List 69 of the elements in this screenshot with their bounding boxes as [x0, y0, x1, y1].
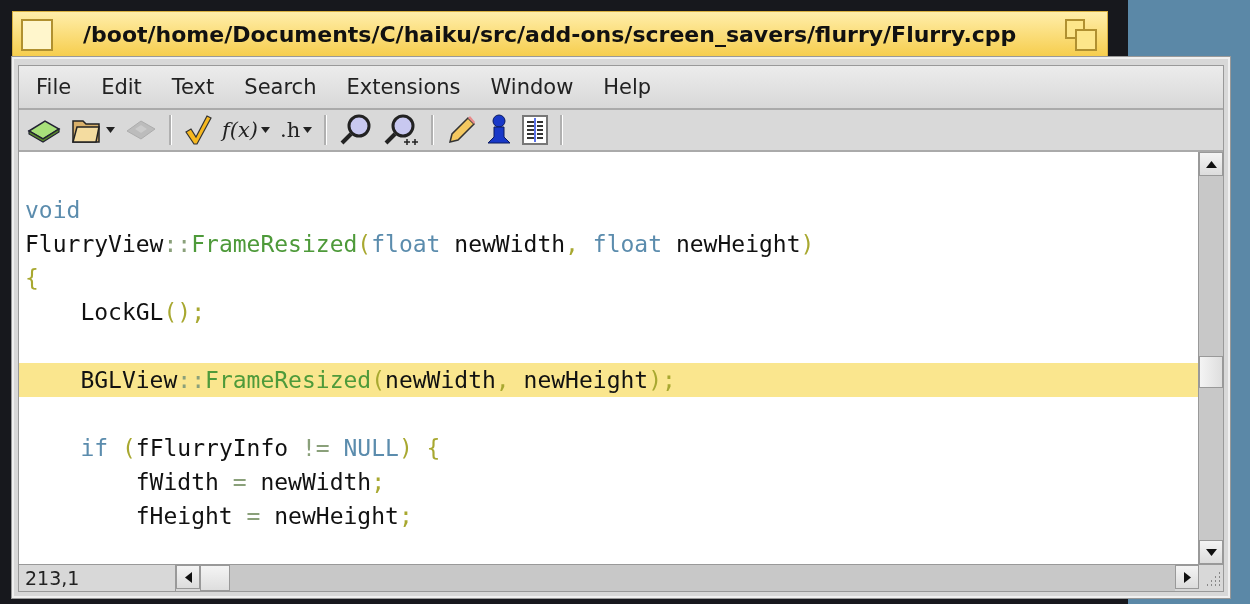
code-token: ;: [398, 503, 413, 529]
code-token: ::: [177, 367, 206, 393]
search-more-icon: [383, 114, 420, 146]
checkmark-icon: [184, 114, 212, 146]
code-token: FrameResized: [205, 367, 372, 393]
code-token: newHeight: [274, 503, 399, 529]
menu-item[interactable]: Search: [231, 75, 334, 99]
toolbar-button[interactable]: [520, 113, 551, 147]
text-editor[interactable]: void FlurryView::FrameResized(float newWidth, float newHeight) { LockGL(); BGLView::FrameResized(newWidth, newHeight); if (fFlurryInfo != NULL) { fWidth = newWidth; fHeight = newHeight;: [19, 152, 1198, 564]
code-token: =: [231, 469, 248, 495]
caret-icon: [106, 127, 115, 133]
code-token: (: [371, 367, 386, 393]
close-button[interactable]: [21, 18, 53, 51]
code-token: FlurryView: [25, 231, 164, 257]
toolbar-button[interactable]: f(x): [220, 113, 272, 147]
caret-icon: [261, 127, 270, 133]
code-token: ::: [163, 231, 192, 257]
up-arrow-icon: [1205, 160, 1217, 168]
toolbar-button[interactable]: .h: [278, 113, 315, 147]
code-token: ,: [495, 367, 511, 393]
columns-icon: [522, 115, 549, 145]
code-token: =: [245, 503, 262, 529]
scroll-up-button[interactable]: [1199, 152, 1223, 176]
menu-item[interactable]: Extensions: [333, 75, 478, 99]
code-token: newHeight: [674, 231, 801, 257]
code-token: void: [25, 197, 81, 223]
code-token: ;: [371, 469, 386, 495]
code-token: fWidth: [134, 469, 219, 495]
new-document-icon: [27, 117, 61, 143]
window-title: /boot/home/Documents/C/haiku/src/add-ons/screen_savers/flurry/Flurry.cpp: [83, 22, 1018, 47]
code-token: FrameResized: [191, 231, 358, 257]
scroll-left-button[interactable]: [176, 565, 200, 589]
person-icon: [486, 114, 513, 146]
code-token: (: [120, 435, 136, 461]
code-token: newWidth: [385, 367, 496, 393]
code-token: newWidth: [260, 469, 372, 495]
code-token: ) {: [398, 435, 441, 461]
scroll-right-button[interactable]: [1175, 565, 1199, 589]
menu-item[interactable]: Edit: [88, 75, 159, 99]
code-token: LockGL: [79, 299, 164, 325]
code-token: NULL: [343, 435, 399, 461]
caret-icon: [303, 127, 313, 133]
scroll-down-button[interactable]: [1199, 540, 1223, 564]
menu-item[interactable]: Window: [477, 75, 591, 99]
down-arrow-icon: [1205, 548, 1217, 556]
code-token: );: [648, 367, 676, 393]
vertical-scrollbar[interactable]: [1198, 152, 1223, 564]
pencil-icon: [446, 114, 477, 146]
code-token: if: [79, 435, 109, 461]
scroll-thumb[interactable]: [1199, 356, 1223, 388]
code-token: ,: [565, 231, 580, 257]
scroll-thumb[interactable]: [200, 565, 230, 591]
menu-item[interactable]: File: [23, 75, 89, 99]
code-token: (: [357, 231, 372, 257]
menu-item[interactable]: Help: [590, 75, 669, 99]
code-token: ): [800, 231, 815, 257]
code-token: fHeight: [134, 503, 233, 529]
code-token: {: [25, 265, 39, 291]
menu-item[interactable]: Text: [158, 75, 232, 99]
left-arrow-icon: [184, 571, 192, 583]
code-token: newHeight: [523, 367, 649, 393]
code-token: BGLView: [79, 367, 178, 393]
code-token: float: [371, 231, 441, 257]
code-token: !=: [300, 435, 331, 461]
right-arrow-icon: [1183, 571, 1191, 583]
code-token: newWidth: [453, 231, 566, 257]
code-token: ();: [163, 299, 206, 325]
code-token: float: [592, 231, 663, 257]
code-token: fFlurryInfo: [135, 435, 289, 461]
